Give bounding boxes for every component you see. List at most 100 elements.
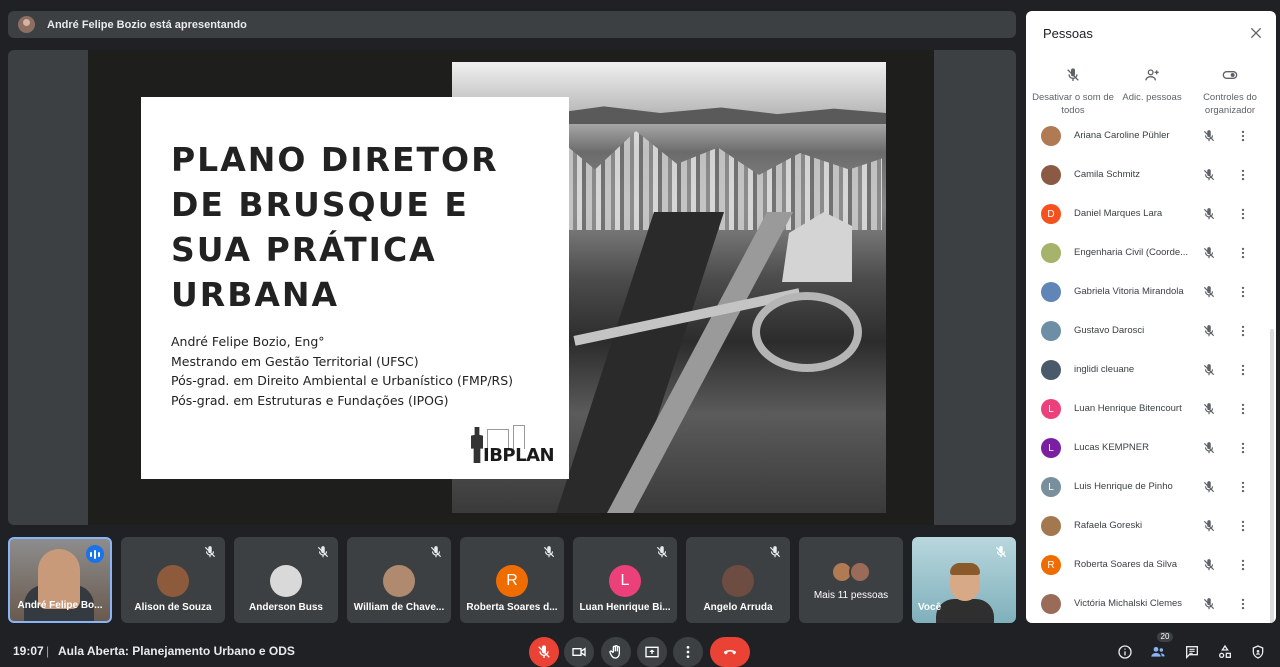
logo-wordmark: IBPLAN: [483, 445, 555, 466]
participant-name: Ângelo Arruda: [703, 602, 773, 613]
participant-tile[interactable]: Anderson Buss: [234, 537, 338, 623]
more-options-button[interactable]: [673, 637, 703, 667]
person-row[interactable]: Engenharia Civil (Coorde...: [1026, 235, 1276, 274]
participant-avatar: [722, 565, 754, 597]
mute-all-button[interactable]: Desativar o som de todos: [1031, 67, 1115, 117]
participant-avatar: [383, 565, 415, 597]
person-name: Gabriela Vitoria Mirandola: [1074, 286, 1184, 297]
mic-off-icon: [1203, 286, 1215, 298]
more-vert-icon[interactable]: [1236, 363, 1250, 377]
more-vert-icon[interactable]: [1236, 597, 1250, 611]
shield-icon: [1252, 645, 1264, 659]
mic-off-icon: [204, 546, 216, 558]
person-row[interactable]: D Daniel Marques Lara: [1026, 196, 1276, 235]
person-row[interactable]: Gustavo Darosci: [1026, 313, 1276, 352]
mic-off-icon: [1203, 208, 1215, 220]
more-vert-icon[interactable]: [1236, 402, 1250, 416]
person-row[interactable]: Gabriela Vitoria Mirandola: [1026, 274, 1276, 313]
participant-name: André Felipe Bo...: [17, 600, 103, 611]
participant-tiles: André Felipe Bo... Alison de Souza Ander…: [8, 537, 1016, 623]
participant-avatar: [849, 561, 871, 583]
mic-off-icon: [1203, 442, 1215, 454]
person-row[interactable]: inglidi cleuane: [1026, 352, 1276, 391]
mic-off-icon: [1203, 325, 1215, 337]
person-name: Daniel Marques Lara: [1074, 208, 1163, 219]
hand-icon: [609, 645, 620, 659]
participant-tile[interactable]: Alison de Souza: [121, 537, 225, 623]
more-vert-icon[interactable]: [1236, 207, 1250, 221]
present-now-button[interactable]: [637, 637, 667, 667]
participant-tile[interactable]: Ângelo Arruda: [686, 537, 790, 623]
activities-button[interactable]: [1216, 643, 1234, 661]
participant-tile[interactable]: William de Chave...: [347, 537, 451, 623]
self-view-tile[interactable]: Você: [912, 537, 1016, 623]
people-list-scrollbar[interactable]: [1270, 329, 1274, 623]
person-row[interactable]: L Luis Henrique de Pinho: [1026, 469, 1276, 508]
camera-toggle-button[interactable]: [564, 637, 594, 667]
mic-off-icon: [1203, 520, 1215, 532]
mic-off-icon: [1203, 169, 1215, 181]
person-row[interactable]: Victória Michalski Clemes: [1026, 586, 1276, 623]
slide-credential-line: Pós-grad. em Estruturas e Fundações (IPO…: [171, 392, 449, 408]
mic-off-icon: [1203, 247, 1215, 259]
more-vert-icon[interactable]: [1236, 285, 1250, 299]
more-vert-icon[interactable]: [1236, 129, 1250, 143]
microphone-toggle-button[interactable]: [529, 637, 559, 667]
person-name: Gustavo Darosci: [1074, 325, 1145, 336]
person-row[interactable]: Ariana Caroline Pühler: [1026, 121, 1276, 157]
slide-credential-line: Pós-grad. em Direito Ambiental e Urbanís…: [171, 373, 514, 388]
person-avatar: R: [1041, 555, 1061, 575]
slide-credentials: André Felipe Bozio, Eng° Mestrando em Ge…: [171, 332, 513, 410]
participant-tile[interactable]: L Luan Henrique Bi...: [573, 537, 677, 623]
more-vert-icon[interactable]: [1236, 246, 1250, 260]
mic-off-icon: [1203, 559, 1215, 571]
presentation-stage[interactable]: PLANO DIRETOR DE BRUSQUE E SUA PRÁTICA U…: [8, 50, 1016, 525]
person-row[interactable]: L Luan Henrique Bitencourt: [1026, 391, 1276, 430]
info-icon: [1118, 645, 1132, 659]
more-vert-icon[interactable]: [1236, 168, 1250, 182]
chat-button[interactable]: [1183, 643, 1201, 661]
participant-name: Roberta Soares d...: [466, 602, 558, 613]
person-avatar: [1041, 360, 1061, 380]
chat-icon: [1186, 646, 1198, 659]
meeting-title: Aula Aberta: Planejamento Urbano e ODS: [58, 644, 295, 658]
raise-hand-button[interactable]: [601, 637, 631, 667]
slide-credential-line: Mestrando em Gestão Territorial (UFSC): [171, 353, 419, 369]
person-row[interactable]: Camila Schmitz: [1026, 157, 1276, 196]
person-avatar: [1041, 516, 1061, 536]
participant-tile-presenter[interactable]: André Felipe Bo...: [8, 537, 112, 623]
mic-off-icon: [769, 546, 781, 558]
present-screen-icon: [645, 646, 659, 658]
person-name: inglidi cleuane: [1074, 364, 1135, 375]
more-vert-icon[interactable]: [1236, 441, 1250, 455]
person-name: Camila Schmitz: [1074, 169, 1140, 180]
participant-count-badge: 20: [1157, 632, 1173, 642]
person-row[interactable]: L Lucas KEMPNER: [1026, 430, 1276, 469]
close-icon[interactable]: [1248, 25, 1264, 41]
more-vert-icon[interactable]: [1236, 519, 1250, 533]
people-panel: Pessoas Desativar o som de todos Adic. p…: [1026, 11, 1276, 623]
more-vert-icon[interactable]: [1236, 480, 1250, 494]
person-name: Victória Michalski Clemes: [1074, 598, 1183, 609]
person-row[interactable]: Rafaela Goreski: [1026, 508, 1276, 547]
person-row[interactable]: R Roberta Soares da Silva: [1026, 547, 1276, 586]
host-controls-panel-button[interactable]: Controles do organizador: [1188, 67, 1272, 117]
add-people-button[interactable]: Adic. pessoas: [1110, 67, 1194, 104]
person-avatar: L: [1041, 477, 1061, 497]
people-panel-button[interactable]: [1149, 643, 1167, 661]
separator: |: [46, 644, 50, 658]
more-vert-icon[interactable]: [1236, 324, 1250, 338]
participant-tile[interactable]: R Roberta Soares d...: [460, 537, 564, 623]
participant-name: Luan Henrique Bi...: [579, 602, 671, 613]
host-controls-button[interactable]: [1249, 643, 1267, 661]
meeting-details-button[interactable]: [1116, 643, 1134, 661]
person-name: Engenharia Civil (Coorde...: [1074, 247, 1189, 258]
person-avatar: [1041, 321, 1061, 341]
more-vert-icon[interactable]: [1236, 558, 1250, 572]
more-participants-tile[interactable]: Mais 11 pessoas: [799, 537, 903, 623]
leave-call-button[interactable]: [710, 637, 750, 667]
person-add-icon: [1145, 69, 1159, 81]
panel-title: Pessoas: [1043, 26, 1093, 41]
people-list: Ariana Caroline Pühler Camila Schmitz D …: [1026, 121, 1276, 623]
person-avatar: [1041, 243, 1061, 263]
